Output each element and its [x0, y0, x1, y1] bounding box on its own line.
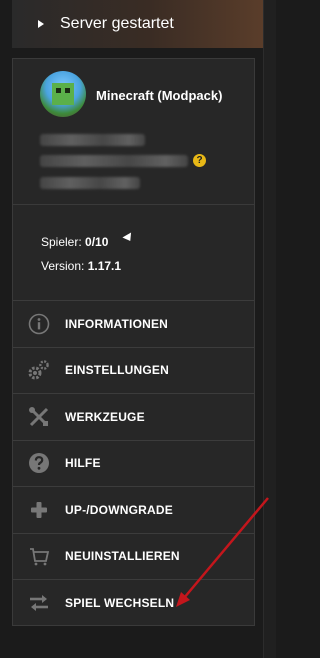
server-status-label: Server gestartet: [60, 15, 174, 32]
menu-item-label: EINSTELLUNGEN: [65, 363, 169, 378]
server-menu: INFORMATIONEN EINSTELLUNGEN WERKZEUGE HI…: [13, 300, 254, 626]
version-value: 1.17.1: [87, 259, 122, 273]
server-name: Minecraft (Modpack): [96, 88, 223, 103]
creeper-icon: [52, 83, 74, 105]
version-info: Version: 1.17.1: [41, 259, 121, 273]
menu-item-label: HILFE: [65, 456, 101, 471]
menu-item-label: INFORMATIONEN: [65, 316, 169, 331]
minecraft-logo: [40, 71, 86, 117]
redacted-line: [40, 155, 188, 167]
plus-icon: [27, 498, 51, 522]
menu-item-label: UP-/DOWNGRADE: [65, 502, 173, 517]
swap-icon: [27, 591, 51, 615]
redacted-line: [40, 177, 140, 189]
play-icon: [38, 20, 44, 28]
menu-item-informationen[interactable]: INFORMATIONEN: [13, 300, 254, 347]
cart-icon: [27, 544, 51, 568]
menu-item-werkzeuge[interactable]: WERKZEUGE: [13, 393, 254, 440]
right-strip: [263, 0, 276, 658]
menu-item-spiel-wechseln[interactable]: SPIEL WECHSELN: [13, 579, 254, 626]
question-icon: [27, 451, 51, 475]
server-panel: Minecraft (Modpack) ? Spieler: 0/10 Vers…: [12, 58, 255, 626]
players-value: 0/10: [85, 235, 109, 249]
players-info: Spieler: 0/10: [41, 235, 108, 249]
menu-item-neuinstallieren[interactable]: NEUINSTALLIEREN: [13, 532, 254, 580]
menu-item-upgrade[interactable]: UP-/DOWNGRADE: [13, 486, 254, 533]
players-label: Spieler:: [41, 235, 82, 249]
server-info: Spieler: 0/10 Version: 1.17.1: [13, 204, 254, 300]
menu-item-einstellungen[interactable]: EINSTELLUNGEN: [13, 346, 254, 394]
mouse-cursor-icon: [122, 232, 135, 244]
server-card: Minecraft (Modpack) ?: [13, 59, 254, 204]
menu-item-label: NEUINSTALLIEREN: [65, 549, 180, 564]
menu-item-hilfe[interactable]: HILFE: [13, 439, 254, 487]
redacted-line: [40, 134, 145, 146]
info-icon: [27, 312, 51, 336]
gear-icon: [27, 358, 51, 382]
tools-icon: [27, 405, 51, 429]
menu-item-label: WERKZEUGE: [65, 409, 145, 424]
menu-item-label: SPIEL WECHSELN: [65, 595, 175, 610]
version-label: Version:: [41, 259, 85, 273]
help-badge-icon[interactable]: ?: [193, 154, 206, 167]
server-status-bar[interactable]: Server gestartet: [12, 0, 263, 48]
